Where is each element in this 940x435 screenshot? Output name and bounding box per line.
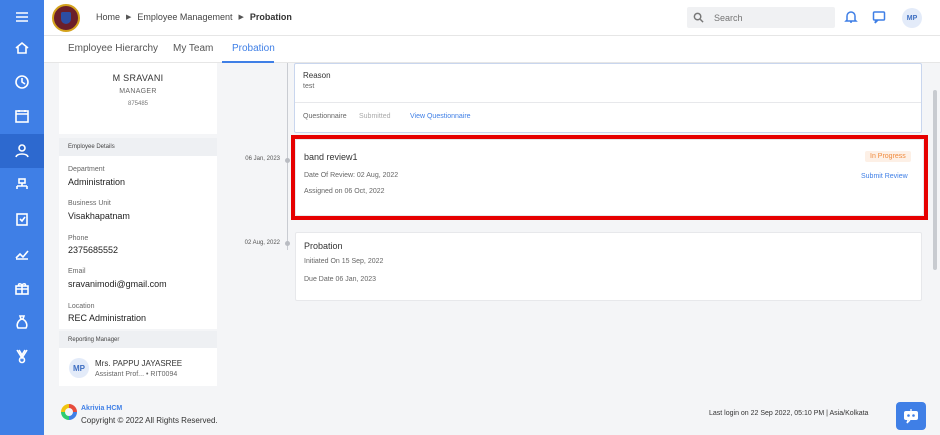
chatbot-icon — [904, 409, 918, 424]
reason-label: Reason — [303, 71, 331, 80]
tab-my-team[interactable]: My Team — [173, 43, 213, 54]
breadcrumb-employee-management[interactable]: Employee Management — [137, 12, 232, 22]
department-value: Administration — [68, 177, 126, 187]
tab-probation[interactable]: Probation — [232, 43, 275, 54]
department-label: Department — [68, 166, 105, 173]
search-input[interactable] — [714, 12, 824, 23]
phone-label: Phone — [68, 235, 89, 242]
business-unit-value: Visakhapatnam — [68, 211, 130, 221]
reporting-manager-heading: Reporting Manager — [59, 331, 217, 349]
questionnaire-label: Questionnaire — [303, 113, 347, 120]
due-date: Due Date 06 Jan, 2023 — [304, 276, 376, 283]
chevron-right-icon: ▶ — [126, 14, 132, 21]
active-tab-indicator — [222, 61, 274, 63]
manager-designation: Assistant Prof... — [95, 371, 145, 378]
reporting-manager-card[interactable]: MP Mrs. PAPPU JAYASREE Assistant Prof...… — [59, 348, 217, 386]
email-label: Email — [68, 268, 86, 275]
view-questionnaire-link[interactable]: View Questionnaire — [410, 113, 471, 120]
user-avatar[interactable]: MP — [902, 8, 922, 28]
tab-bar: Employee Hierarchy My Team Probation — [44, 36, 940, 63]
moneybag-icon[interactable] — [0, 305, 44, 339]
sidebar — [0, 0, 44, 435]
business-unit-label: Business Unit — [68, 200, 111, 207]
divider — [295, 102, 921, 103]
reason-value: test — [303, 83, 315, 90]
location-label: Location — [68, 303, 95, 310]
employee-details-heading: Employee Details — [59, 138, 217, 156]
organization-logo[interactable] — [52, 4, 80, 32]
reason-card: Reason test Questionnaire Submitted View… — [294, 63, 922, 133]
questionnaire-status: Submitted — [359, 113, 391, 120]
search-icon — [693, 12, 704, 23]
top-header: Home ▶ Employee Management ▶ Probation M… — [44, 0, 940, 36]
akrivia-logo-icon — [61, 404, 77, 420]
home-icon[interactable] — [0, 31, 44, 65]
employee-details: Department Administration Business Unit … — [59, 156, 217, 329]
scrollbar-thumb[interactable] — [933, 90, 937, 270]
probation-timeline-date: 02 Aug, 2022 — [244, 240, 280, 246]
initiated-on: Initiated On 15 Sep, 2022 — [304, 258, 384, 265]
user-icon[interactable] — [0, 134, 44, 168]
footer-brand: Akrivia HCM — [81, 405, 123, 412]
manager-subtitle: Assistant Prof... • RIT0094 — [95, 371, 177, 378]
clipboard-icon[interactable] — [0, 202, 44, 236]
manager-employee-code: • RIT0094 — [145, 371, 178, 378]
chatbot-button[interactable] — [896, 402, 926, 430]
hierarchy-icon[interactable] — [0, 168, 44, 202]
gift-icon[interactable] — [0, 271, 44, 305]
breadcrumb: Home ▶ Employee Management ▶ Probation — [96, 12, 292, 22]
breadcrumb-current: Probation — [249, 12, 292, 22]
breadcrumb-home[interactable]: Home — [96, 12, 120, 22]
chat-message-icon[interactable] — [872, 10, 888, 26]
menu-icon[interactable] — [0, 0, 44, 34]
tab-employee-hierarchy[interactable]: Employee Hierarchy — [68, 43, 158, 54]
phone-value: 2375685552 — [68, 245, 119, 255]
timeline-line — [287, 63, 288, 250]
manager-name: Mrs. PAPPU JAYASREE — [95, 359, 183, 368]
location-value: REC Administration — [68, 313, 147, 323]
probation-card: Probation Initiated On 15 Sep, 2022 Due … — [295, 232, 922, 301]
probation-title: Probation — [304, 241, 343, 251]
review-timeline-date: 06 Jan, 2023 — [245, 156, 280, 162]
footer-copyright: Copyright © 2022 All Rights Reserved. — [81, 416, 218, 425]
chart-icon[interactable] — [0, 236, 44, 270]
notification-bell-icon[interactable] — [844, 10, 860, 26]
manager-avatar: MP — [69, 358, 89, 378]
clock-icon[interactable] — [0, 65, 44, 99]
timeline-dot — [285, 158, 290, 163]
highlight-box — [291, 135, 928, 220]
award-icon[interactable] — [0, 339, 44, 373]
timeline-dot — [285, 241, 290, 246]
email-value: sravanimodi@gmail.com — [68, 279, 167, 289]
profile-card: M SRAVANI MANAGER 875485 — [59, 63, 217, 134]
profile-employee-id: 875485 — [127, 101, 149, 107]
profile-name: M SRAVANI — [112, 73, 164, 83]
search-box[interactable] — [687, 7, 835, 28]
profile-role: MANAGER — [119, 88, 157, 95]
chevron-right-icon: ▶ — [238, 14, 244, 21]
calendar-icon[interactable] — [0, 99, 44, 133]
last-login-info: Last login on 22 Sep 2022, 05:10 PM | As… — [709, 410, 869, 417]
